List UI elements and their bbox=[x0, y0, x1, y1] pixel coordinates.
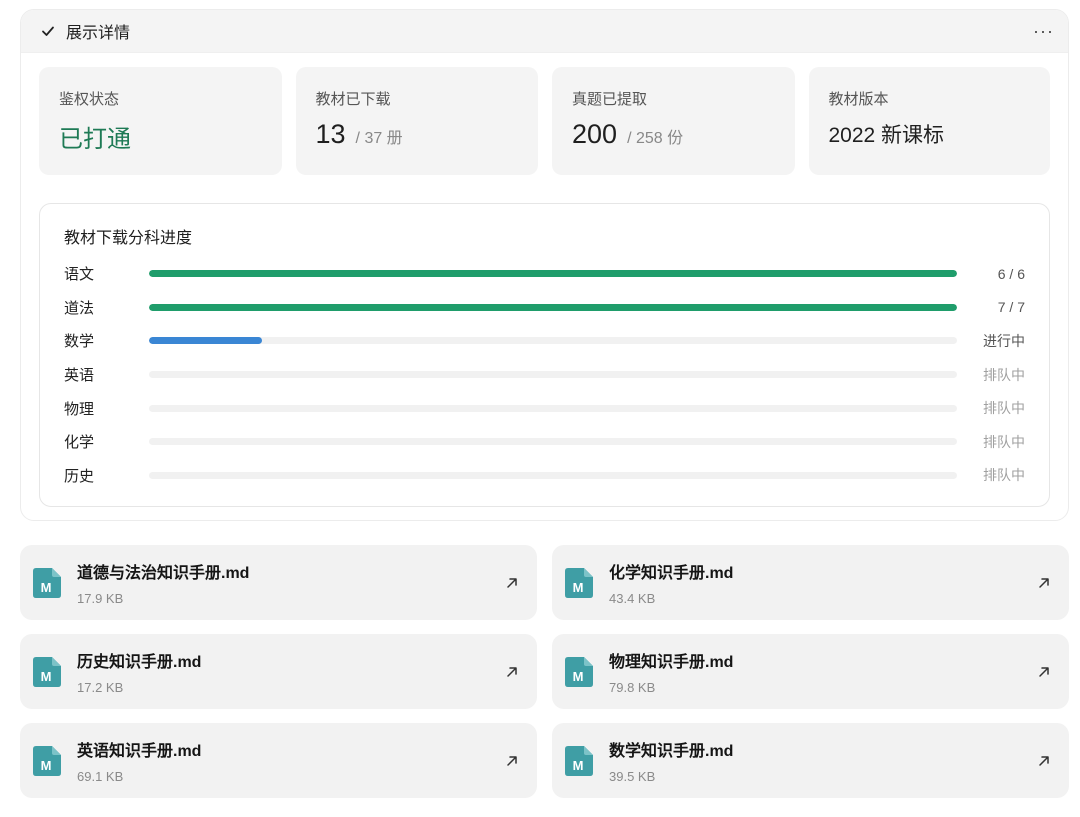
stat-value: 200 bbox=[572, 119, 618, 149]
subject-label: 语文 bbox=[64, 266, 95, 284]
progress-status: 6 / 6 bbox=[997, 265, 1025, 282]
progress-rows: 语文 6 / 6 道法 7 / 7 数学 进行中 英语 排队中 物理 排队中 化学 排队中 历史 排队中 bbox=[64, 257, 1025, 492]
file-size: 43.4 KB bbox=[609, 591, 656, 606]
stat-label: 真题已提取 bbox=[572, 91, 648, 108]
markdown-file-icon: M bbox=[565, 745, 593, 776]
arrow-up-right-icon[interactable] bbox=[1037, 754, 1051, 768]
stat-card-version: 教材版本 2022 新课标 bbox=[808, 67, 1050, 175]
svg-text:M: M bbox=[573, 669, 584, 684]
file-card[interactable]: M 道德与法治知识手册.md 17.9 KB bbox=[20, 545, 537, 620]
stat-value: 已打通 bbox=[59, 126, 131, 153]
check-icon[interactable] bbox=[41, 24, 55, 38]
subject-label: 物理 bbox=[64, 400, 95, 418]
progress-bar bbox=[149, 270, 957, 278]
file-name[interactable]: 道德与法治知识手册.md bbox=[77, 559, 249, 583]
stats-row: 鉴权状态 已打通 教材已下载 13 / 37 册 真题已提取 200 / 258… bbox=[39, 67, 1050, 175]
stat-sub: / 37 册 bbox=[355, 130, 403, 147]
markdown-file-icon: M bbox=[33, 745, 61, 776]
arrow-up-right-icon[interactable] bbox=[1037, 576, 1051, 590]
more-horizontal-icon[interactable]: ··· bbox=[1033, 22, 1054, 40]
subject-label: 英语 bbox=[64, 367, 95, 385]
details-panel: 展示详情 ··· 鉴权状态 已打通 教材已下载 13 / 37 册 真题已提取 … bbox=[20, 9, 1069, 521]
subject-label: 历史 bbox=[64, 467, 95, 485]
file-card[interactable]: M 英语知识手册.md 69.1 KB bbox=[20, 723, 537, 798]
stat-card-auth: 鉴权状态 已打通 bbox=[39, 67, 282, 175]
stat-card-exams: 真题已提取 200 / 258 份 bbox=[552, 67, 795, 175]
progress-row: 历史 排队中 bbox=[64, 459, 1025, 493]
stat-label: 鉴权状态 bbox=[59, 91, 120, 108]
file-card[interactable]: M 历史知识手册.md 17.2 KB bbox=[20, 634, 537, 709]
file-name[interactable]: 数学知识手册.md bbox=[609, 737, 733, 761]
arrow-up-right-icon[interactable] bbox=[505, 665, 519, 679]
stat-label: 教材版本 bbox=[828, 91, 889, 108]
file-size: 17.9 KB bbox=[77, 591, 124, 606]
file-size: 79.8 KB bbox=[609, 680, 656, 695]
subject-label: 化学 bbox=[64, 434, 95, 452]
progress-status: 排队中 bbox=[983, 467, 1025, 484]
subject-progress-box: 教材下载分科进度 语文 6 / 6 道法 7 / 7 数学 进行中 英语 排队中 物理 排队中 化学… bbox=[39, 203, 1050, 507]
file-name[interactable]: 历史知识手册.md bbox=[77, 648, 201, 672]
progress-status: 进行中 bbox=[983, 332, 1025, 349]
progress-status: 排队中 bbox=[983, 433, 1025, 450]
arrow-up-right-icon[interactable] bbox=[505, 576, 519, 590]
progress-status: 排队中 bbox=[983, 366, 1025, 383]
panel-header[interactable]: 展示详情 ··· bbox=[21, 10, 1068, 53]
svg-text:M: M bbox=[573, 758, 584, 773]
markdown-file-icon: M bbox=[565, 567, 593, 598]
progress-fill bbox=[149, 270, 957, 278]
progress-bar bbox=[149, 371, 957, 379]
progress-title: 教材下载分科进度 bbox=[64, 230, 193, 247]
file-card[interactable]: M 数学知识手册.md 39.5 KB bbox=[552, 723, 1069, 798]
progress-bar bbox=[149, 404, 957, 412]
stat-sub: / 258 份 bbox=[627, 130, 684, 147]
progress-row: 化学 排队中 bbox=[64, 425, 1025, 459]
svg-text:M: M bbox=[41, 580, 52, 595]
progress-bar bbox=[149, 337, 957, 345]
arrow-up-right-icon[interactable] bbox=[505, 754, 519, 768]
progress-fill bbox=[149, 303, 957, 311]
arrow-up-right-icon[interactable] bbox=[1037, 665, 1051, 679]
progress-bar bbox=[149, 471, 957, 479]
stat-value: 13 bbox=[315, 119, 346, 149]
file-size: 39.5 KB bbox=[609, 769, 656, 784]
file-name[interactable]: 英语知识手册.md bbox=[77, 737, 201, 761]
file-size: 69.1 KB bbox=[77, 769, 124, 784]
progress-status: 7 / 7 bbox=[997, 299, 1025, 316]
progress-bar bbox=[149, 303, 957, 311]
markdown-file-icon: M bbox=[33, 567, 61, 598]
progress-status: 排队中 bbox=[983, 400, 1025, 417]
progress-fill bbox=[149, 337, 263, 345]
markdown-file-icon: M bbox=[565, 656, 593, 687]
file-list: M 道德与法治知识手册.md 17.9 KB M 化学知识手册.md 43.4 KB M 历史… bbox=[20, 545, 1069, 798]
stat-value: 2022 新课标 bbox=[828, 124, 945, 147]
progress-bar bbox=[149, 438, 957, 446]
file-name[interactable]: 物理知识手册.md bbox=[609, 648, 733, 672]
subject-label: 道法 bbox=[64, 299, 95, 317]
svg-text:M: M bbox=[573, 580, 584, 595]
subject-label: 数学 bbox=[64, 333, 95, 351]
file-size: 17.2 KB bbox=[77, 680, 124, 695]
progress-row: 物理 排队中 bbox=[64, 391, 1025, 425]
svg-text:M: M bbox=[41, 669, 52, 684]
stat-card-textbooks: 教材已下载 13 / 37 册 bbox=[295, 67, 538, 175]
progress-row: 英语 排队中 bbox=[64, 358, 1025, 392]
svg-text:M: M bbox=[41, 758, 52, 773]
progress-row: 数学 进行中 bbox=[64, 324, 1025, 358]
file-card[interactable]: M 化学知识手册.md 43.4 KB bbox=[552, 545, 1069, 620]
markdown-file-icon: M bbox=[33, 656, 61, 687]
stat-label: 教材已下载 bbox=[315, 91, 391, 108]
file-card[interactable]: M 物理知识手册.md 79.8 KB bbox=[552, 634, 1069, 709]
progress-row: 语文 6 / 6 bbox=[64, 257, 1025, 291]
progress-row: 道法 7 / 7 bbox=[64, 291, 1025, 325]
panel-title: 展示详情 bbox=[66, 25, 131, 42]
file-name[interactable]: 化学知识手册.md bbox=[609, 559, 733, 583]
